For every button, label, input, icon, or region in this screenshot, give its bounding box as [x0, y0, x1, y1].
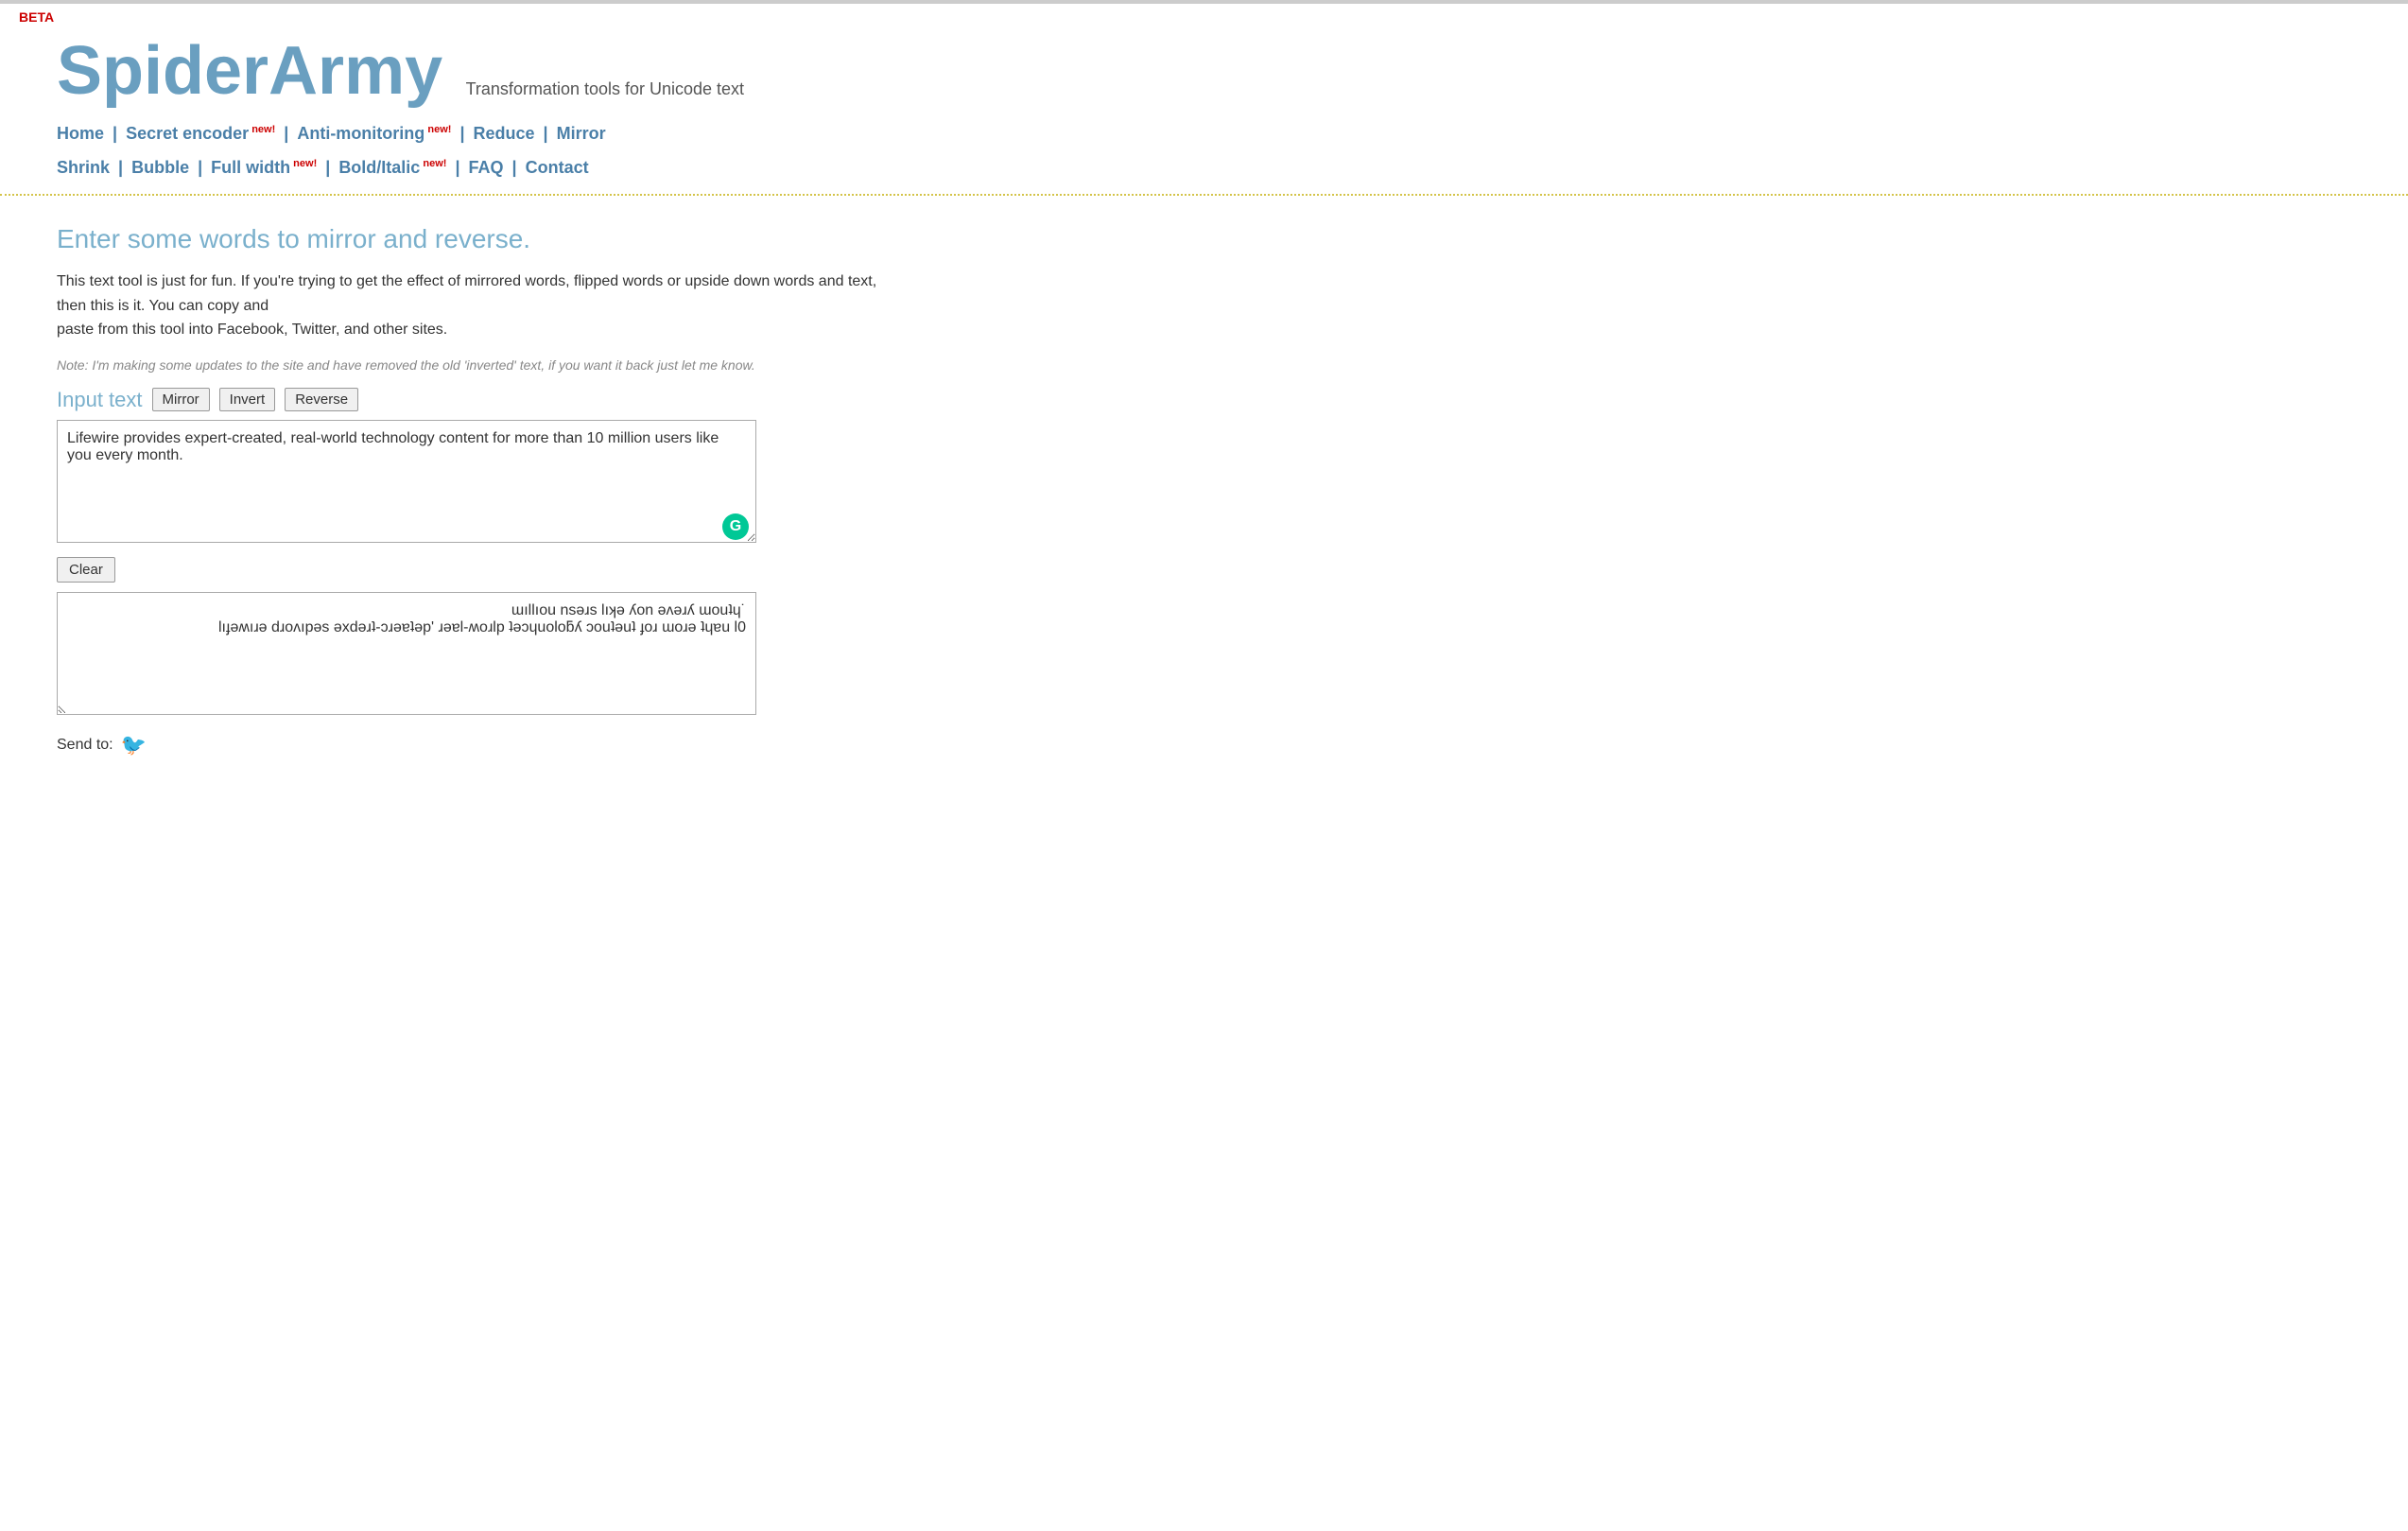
nav-mirror[interactable]: Mirror	[557, 124, 606, 143]
nav-home[interactable]: Home	[57, 124, 104, 143]
nav-full-width[interactable]: Full width	[211, 158, 290, 177]
tagline: Transformation tools for Unicode text	[466, 79, 744, 99]
note-text: Note: I'm making some updates to the sit…	[57, 357, 889, 373]
nav-bubble[interactable]: Bubble	[131, 158, 189, 177]
nav-row-1: Home | Secret encoder new! | Anti-monito…	[57, 116, 2351, 150]
nav: Home | Secret encoder new! | Anti-monito…	[0, 109, 2408, 184]
nav-contact[interactable]: Contact	[526, 158, 589, 177]
input-text-label: Input text	[57, 388, 143, 412]
output-textarea[interactable]: ˙ɥʇuoɯ ʎɹǝʌǝ noʎ ǝʞıl sɹǝsn uoıllıɯ 0l u…	[57, 592, 756, 715]
grammarly-icon: G	[722, 513, 749, 540]
nav-bold-italic[interactable]: Bold/Italic	[338, 158, 420, 177]
reverse-button[interactable]: Reverse	[285, 388, 358, 411]
beta-label: BETA	[0, 4, 2408, 25]
main-content: Enter some words to mirror and reverse. …	[0, 196, 945, 776]
nav-anti-monitoring[interactable]: Anti-monitoring	[297, 124, 424, 143]
site-title[interactable]: SpiderArmy	[57, 34, 442, 109]
description-1: This text tool is just for fun. If you'r…	[57, 270, 889, 342]
send-to-label: Send to:	[57, 737, 113, 754]
nav-reduce[interactable]: Reduce	[473, 124, 534, 143]
input-label-row: Input text Mirror Invert Reverse	[57, 388, 889, 412]
header: SpiderArmy Transformation tools for Unic…	[0, 25, 2408, 109]
clear-button[interactable]: Clear	[57, 557, 115, 583]
nav-row-2: Shrink | Bubble | Full width new! | Bold…	[57, 150, 2351, 184]
mirror-button[interactable]: Mirror	[152, 388, 210, 411]
input-textarea[interactable]: Lifewire provides expert-created, real-w…	[57, 420, 756, 543]
nav-secret-encoder[interactable]: Secret encoder	[126, 124, 249, 143]
page-heading: Enter some words to mirror and reverse.	[57, 224, 889, 254]
twitter-icon[interactable]: 🐦	[121, 733, 147, 757]
nav-shrink[interactable]: Shrink	[57, 158, 110, 177]
invert-button[interactable]: Invert	[219, 388, 276, 411]
nav-faq[interactable]: FAQ	[469, 158, 504, 177]
input-textarea-wrapper: Lifewire provides expert-created, real-w…	[57, 420, 756, 548]
send-row: Send to: 🐦	[57, 733, 889, 757]
